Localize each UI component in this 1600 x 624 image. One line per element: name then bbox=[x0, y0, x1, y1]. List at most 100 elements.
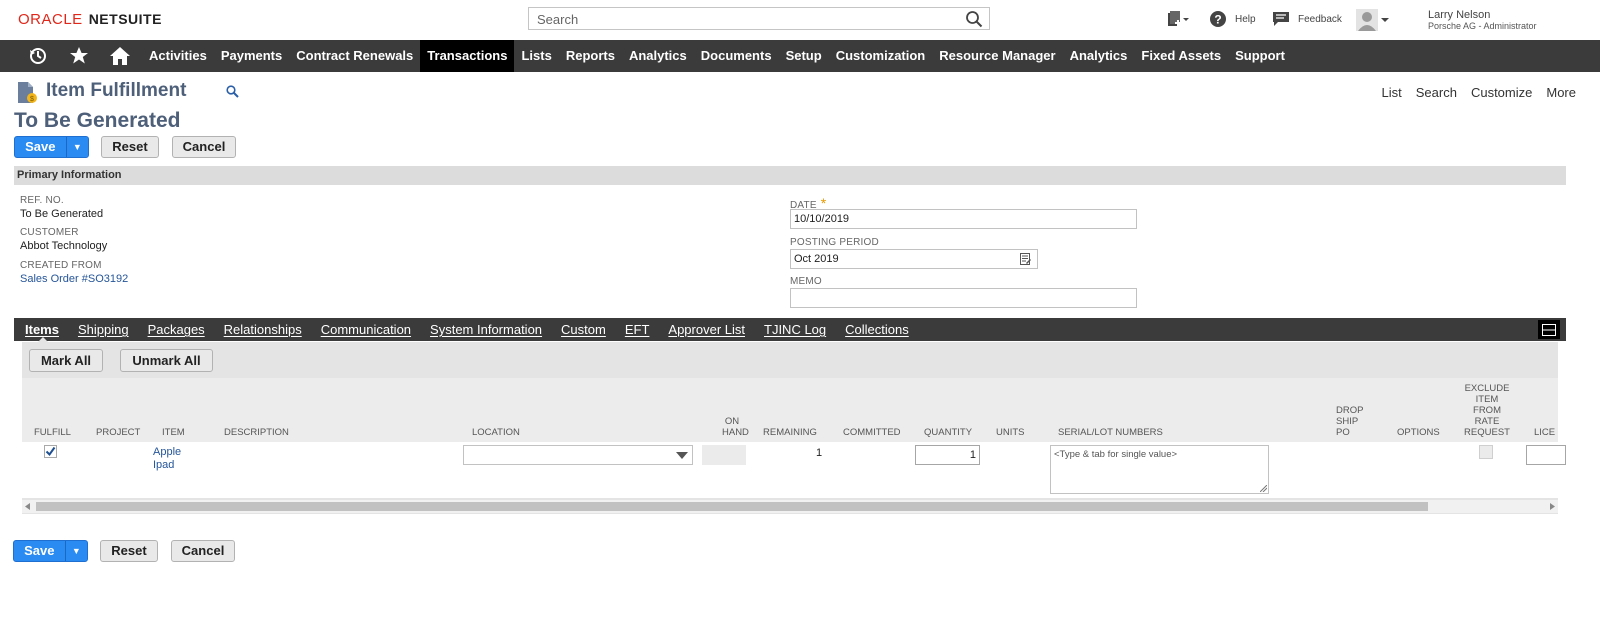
active-tab-caret bbox=[38, 337, 48, 342]
col-drop-ship-po[interactable]: DROP SHIP PO bbox=[1336, 405, 1363, 438]
tab-custom[interactable]: Custom bbox=[553, 318, 617, 341]
nav-support[interactable]: Support bbox=[1228, 40, 1292, 72]
scrollbar-thumb[interactable] bbox=[36, 502, 1428, 511]
date-field[interactable]: 10/10/2019 bbox=[790, 209, 1137, 229]
user-avatar-icon[interactable] bbox=[1356, 9, 1390, 31]
col-units[interactable]: UNITS bbox=[996, 427, 1025, 438]
recent-records-icon[interactable] bbox=[19, 40, 57, 72]
save-button-bottom[interactable]: Save ▼ bbox=[13, 540, 88, 562]
customize-link[interactable]: Customize bbox=[1471, 85, 1532, 100]
col-location[interactable]: LOCATION bbox=[472, 427, 520, 438]
col-project[interactable]: PROJECT bbox=[96, 427, 140, 438]
tab-tjinc-log[interactable]: TJINC Log bbox=[756, 318, 837, 341]
customer-label: CUSTOMER bbox=[20, 227, 79, 238]
col-quantity[interactable]: QUANTITY bbox=[924, 427, 972, 438]
scroll-right-icon[interactable] bbox=[1549, 503, 1555, 510]
feedback-icon[interactable] bbox=[1272, 11, 1290, 27]
more-link[interactable]: More bbox=[1546, 85, 1576, 100]
primary-information-header[interactable]: Primary Information bbox=[14, 166, 1566, 185]
tab-collections[interactable]: Collections bbox=[837, 318, 920, 341]
col-item[interactable]: ITEM bbox=[162, 427, 185, 438]
posting-period-select[interactable]: Oct 2019 bbox=[790, 249, 1038, 269]
col-serial-lot-numbers[interactable]: SERIAL/LOT NUMBERS bbox=[1058, 427, 1163, 438]
nav-transactions[interactable]: Transactions bbox=[420, 40, 515, 72]
record-search-icon[interactable] bbox=[226, 85, 239, 98]
resize-handle-icon[interactable] bbox=[1260, 485, 1267, 492]
col-license-truncated[interactable]: LICE bbox=[1534, 427, 1558, 438]
col-exclude-item-from-rate-request[interactable]: EXCLUDE ITEM FROM RATE REQUEST bbox=[1464, 383, 1510, 438]
nav-menu: Activities Payments Contract Renewals Tr… bbox=[142, 40, 1292, 72]
nav-analytics[interactable]: Analytics bbox=[622, 40, 694, 72]
nav-activities[interactable]: Activities bbox=[142, 40, 214, 72]
chevron-down-icon[interactable] bbox=[676, 452, 688, 459]
license-field[interactable] bbox=[1526, 445, 1566, 465]
save-dropdown-arrow[interactable]: ▼ bbox=[65, 137, 88, 157]
tab-packages[interactable]: Packages bbox=[140, 318, 216, 341]
reset-button[interactable]: Reset bbox=[101, 136, 159, 158]
tab-relationships[interactable]: Relationships bbox=[216, 318, 313, 341]
user-name[interactable]: Larry Nelson bbox=[1428, 9, 1490, 21]
quantity-field[interactable]: 1 bbox=[915, 445, 980, 465]
tab-eft[interactable]: EFT bbox=[617, 318, 661, 341]
fulfill-checkbox[interactable] bbox=[44, 445, 57, 458]
global-search-input[interactable] bbox=[535, 11, 959, 28]
mark-all-button[interactable]: Mark All bbox=[29, 349, 103, 372]
tab-system-information[interactable]: System Information bbox=[422, 318, 553, 341]
col-fulfill[interactable]: FULFILL bbox=[34, 427, 71, 438]
save-dropdown-arrow-bottom[interactable]: ▼ bbox=[64, 541, 87, 561]
save-button[interactable]: Save ▼ bbox=[14, 136, 89, 158]
grid-horizontal-scrollbar[interactable] bbox=[22, 500, 1558, 513]
list-picker-icon[interactable] bbox=[1020, 253, 1031, 265]
nav-documents[interactable]: Documents bbox=[694, 40, 779, 72]
list-link[interactable]: List bbox=[1382, 85, 1402, 100]
col-remaining[interactable]: REMAINING bbox=[763, 427, 817, 438]
item-link[interactable]: Apple Ipad bbox=[153, 446, 181, 472]
customer-value: Abbot Technology bbox=[20, 240, 108, 252]
col-on-hand-line1: ON bbox=[724, 416, 740, 427]
nav-analytics-2[interactable]: Analytics bbox=[1063, 40, 1135, 72]
search-icon[interactable] bbox=[965, 10, 983, 28]
nav-contract-renewals[interactable]: Contract Renewals bbox=[289, 40, 420, 72]
col-committed[interactable]: COMMITTED bbox=[843, 427, 901, 438]
posting-period-label: POSTING PERIOD bbox=[790, 237, 879, 248]
nav-setup[interactable]: Setup bbox=[779, 40, 829, 72]
create-new-icon[interactable] bbox=[1166, 10, 1190, 30]
nav-reports[interactable]: Reports bbox=[559, 40, 622, 72]
item-name-line2: Ipad bbox=[153, 459, 175, 471]
shortcuts-star-icon[interactable] bbox=[60, 40, 98, 72]
help-link[interactable]: Help bbox=[1235, 14, 1256, 25]
serial-lot-numbers-field[interactable]: <Type & tab for single value> bbox=[1050, 445, 1269, 494]
table-row bbox=[22, 442, 1558, 498]
collapse-tabs-icon[interactable] bbox=[1538, 320, 1560, 339]
tab-shipping[interactable]: Shipping bbox=[70, 318, 140, 341]
created-from-link[interactable]: Sales Order #SO3192 bbox=[20, 273, 128, 285]
nav-resource-manager[interactable]: Resource Manager bbox=[932, 40, 1062, 72]
help-icon[interactable]: ? bbox=[1210, 11, 1226, 27]
nav-payments[interactable]: Payments bbox=[214, 40, 289, 72]
global-search[interactable] bbox=[528, 7, 990, 30]
save-button-label[interactable]: Save bbox=[15, 137, 66, 157]
save-button-bottom-label[interactable]: Save bbox=[14, 541, 65, 561]
col-description[interactable]: DESCRIPTION bbox=[224, 427, 289, 438]
subtab-bar: Items Shipping Packages Relationships Co… bbox=[14, 318, 1566, 341]
search-link[interactable]: Search bbox=[1416, 85, 1457, 100]
memo-field[interactable] bbox=[790, 288, 1137, 308]
home-icon[interactable] bbox=[101, 40, 139, 72]
user-role: Porsche AG - Administrator bbox=[1428, 21, 1537, 31]
nav-fixed-assets[interactable]: Fixed Assets bbox=[1134, 40, 1228, 72]
nav-customization[interactable]: Customization bbox=[829, 40, 933, 72]
feedback-link[interactable]: Feedback bbox=[1298, 14, 1342, 25]
netsuite-logo[interactable]: ORACLE NETSUITE bbox=[18, 11, 162, 28]
unmark-all-button[interactable]: Unmark All bbox=[120, 349, 213, 372]
location-select[interactable] bbox=[463, 445, 693, 465]
tab-approver-list[interactable]: Approver List bbox=[660, 318, 756, 341]
tab-communication[interactable]: Communication bbox=[313, 318, 422, 341]
cancel-button[interactable]: Cancel bbox=[172, 136, 236, 158]
col-exclude-line1: EXCLUDE bbox=[1464, 383, 1510, 394]
reset-button-bottom[interactable]: Reset bbox=[100, 540, 158, 562]
nav-lists[interactable]: Lists bbox=[514, 40, 558, 72]
cancel-button-bottom[interactable]: Cancel bbox=[171, 540, 235, 562]
col-on-hand[interactable]: ON HAND bbox=[722, 416, 749, 438]
col-options[interactable]: OPTIONS bbox=[1397, 427, 1440, 438]
scroll-left-icon[interactable] bbox=[25, 503, 31, 510]
